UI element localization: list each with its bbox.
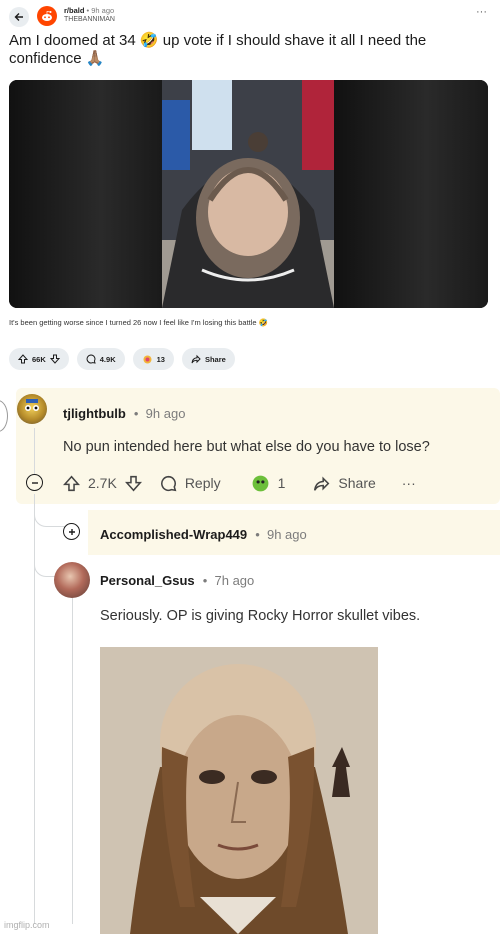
back-arrow-icon <box>14 13 23 21</box>
comment-author[interactable]: Accomplished-Wrap449 <box>100 527 247 542</box>
comments-button[interactable]: 4.9K <box>76 348 125 370</box>
upvote-icon[interactable] <box>18 354 28 364</box>
award-count: 13 <box>156 354 165 364</box>
expand-thread-button[interactable] <box>63 523 80 540</box>
share-label: Share <box>204 354 226 364</box>
comment-age: 9h ago <box>145 406 186 421</box>
thread-connector <box>34 540 55 577</box>
comment-image[interactable] <box>100 647 378 934</box>
post-caption: It's been getting worse since I turned 2… <box>9 318 269 327</box>
share-icon <box>314 476 330 491</box>
comment-award-button[interactable]: 1 <box>251 474 286 493</box>
comment-upvote-count: 2.7K <box>88 475 117 491</box>
award-icon <box>143 355 152 363</box>
post-actions: 66K 4.9K 13 Share <box>9 348 235 370</box>
subreddit-avatar[interactable] <box>37 6 57 26</box>
post-image[interactable] <box>9 80 488 308</box>
minus-icon <box>31 481 38 484</box>
collapse-thread-button[interactable] <box>26 474 43 491</box>
thread-line <box>72 598 73 924</box>
post-meta: r/bald • 9h ago THEBANNIMAN <box>64 6 115 24</box>
downvote-icon[interactable] <box>124 475 142 492</box>
comment-actions: 2.7K Reply 1 Share ··· <box>63 472 416 494</box>
post-age: 9h ago <box>91 6 115 15</box>
comment-body: Seriously. OP is giving Rocky Horror sku… <box>100 608 421 624</box>
vote-pill: 66K <box>9 348 69 370</box>
thread-connector <box>34 500 65 527</box>
image-blur-right <box>334 80 488 308</box>
meta-separator: • <box>86 6 90 15</box>
back-button[interactable] <box>9 7 29 27</box>
comment-share-label: Share <box>338 475 376 491</box>
upvote-count: 66K <box>32 354 46 364</box>
comment-award-count: 1 <box>277 475 286 491</box>
comment-avatar[interactable] <box>17 394 47 424</box>
comment-age: 7h ago <box>214 573 255 588</box>
comment-author[interactable]: Personal_Gsus <box>100 573 195 588</box>
reply-button[interactable]: Reply <box>160 475 221 492</box>
downvote-icon[interactable] <box>49 354 60 364</box>
thread-line <box>34 428 35 474</box>
upvote-icon[interactable] <box>63 475 80 492</box>
reddit-alien-icon <box>42 11 52 21</box>
edge-collapse-indicator <box>0 400 8 432</box>
plus-icon <box>68 528 75 535</box>
comment-share-button[interactable]: Share <box>313 475 376 492</box>
more-options-button[interactable]: ··· <box>476 6 487 18</box>
reply-icon <box>160 475 177 491</box>
comment-author[interactable]: tjlightbulb <box>63 406 126 421</box>
collapsed-comment-header: Accomplished-Wrap449 • 9h ago <box>100 527 307 542</box>
post-author[interactable]: THEBANNIMAN <box>64 15 115 24</box>
award-icon <box>252 475 269 491</box>
share-icon <box>191 354 201 364</box>
comment-count: 4.9K <box>99 354 116 364</box>
comment-icon <box>86 354 96 364</box>
photo-bald-head <box>162 80 334 308</box>
comment-vote: 2.7K <box>63 475 142 492</box>
comment-header: tjlightbulb • 9h ago <box>63 406 186 421</box>
image-blur-left <box>9 80 162 308</box>
comment-more-button[interactable]: ··· <box>402 475 416 491</box>
comment-header: Personal_Gsus • 7h ago <box>100 573 255 588</box>
comment-age: 9h ago <box>266 527 307 542</box>
share-button[interactable]: Share <box>181 348 235 370</box>
comment-body: No pun intended here but what else do yo… <box>63 439 430 455</box>
subreddit-link[interactable]: r/bald <box>64 6 84 15</box>
award-button[interactable]: 13 <box>132 348 174 370</box>
watermark: imgflip.com <box>4 920 50 930</box>
comment-avatar[interactable] <box>54 562 90 598</box>
reply-label: Reply <box>184 475 221 491</box>
post-title: Am I doomed at 34 🤣 up vote if I should … <box>9 32 427 67</box>
